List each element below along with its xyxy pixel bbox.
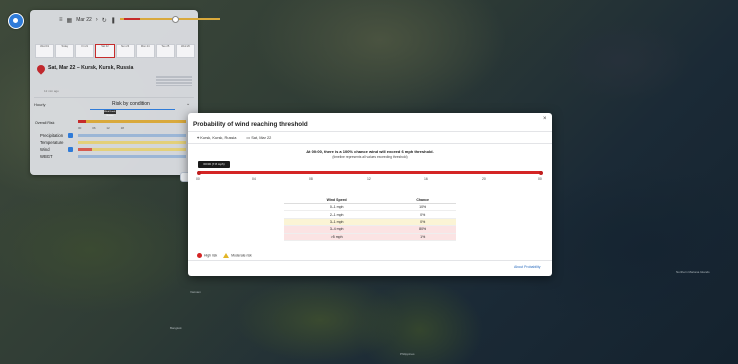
date-meta: ▭ Sat, Mar 22 xyxy=(246,135,272,140)
weather-side-panel: ≡ ▦ Mar 22 › ↻ ❚ Wed 19 Today Fri 21 Sat… xyxy=(30,10,222,182)
tick-label: 12 xyxy=(367,177,371,181)
overall-risk-high-segment xyxy=(78,120,86,123)
probability-summary-note: (timeline represents all values exceedin… xyxy=(332,155,408,159)
condition-summary-bars xyxy=(156,76,192,86)
speed-cell: >5 mph xyxy=(284,233,390,241)
speed-cell: 3–1 mph xyxy=(284,218,390,227)
tick-label: 08 xyxy=(309,177,313,181)
location-meta: ⌖ Kursk, Kursk, Russia xyxy=(197,135,237,140)
wind-bar-high xyxy=(78,148,92,151)
calendar-icon: ▭ xyxy=(246,135,251,140)
tick-label: 00 xyxy=(538,177,542,181)
probability-timeline-bar[interactable] xyxy=(198,171,542,174)
timeline-handle[interactable] xyxy=(172,16,179,23)
pin-icon: ⌖ xyxy=(197,135,200,140)
row-label-wbgt: WBGT xyxy=(40,154,53,159)
chevron-right-icon[interactable]: › xyxy=(96,17,98,23)
table-row: 0–1 mph 10% xyxy=(284,203,456,212)
chance-cell: 10% xyxy=(389,203,456,212)
row-label-precipitation: Precipitation xyxy=(40,133,64,138)
timeline-start-marker[interactable] xyxy=(197,170,201,175)
hourly-label[interactable]: Hourly xyxy=(34,102,46,107)
risk-select[interactable]: Risk by condition xyxy=(112,101,150,107)
speed-cell: 2–1 mph xyxy=(284,210,390,219)
warning-icon xyxy=(223,253,230,258)
timeline-ticks: 00 04 08 12 16 20 00 xyxy=(188,177,552,183)
table-row: 2–1 mph 0% xyxy=(284,210,456,219)
day-strip: Wed 19 Today Fri 21 Sat 22 Sun 23 Mon 24… xyxy=(35,44,195,58)
location-title: Sat, Mar 22 – Kursk, Kursk, Russia xyxy=(48,65,134,71)
day-card[interactable]: Tue 25 xyxy=(155,44,175,58)
day-card-selected[interactable]: Sat 22 xyxy=(95,44,115,58)
risk-legend: High risk Moderate risk xyxy=(197,253,252,258)
divider xyxy=(188,260,552,261)
high-risk-icon xyxy=(197,253,202,258)
divider xyxy=(188,143,552,144)
modal-title: Probability of wind reaching threshold xyxy=(193,121,308,128)
tick-label: 20 xyxy=(482,177,486,181)
map-label: Northern Mariana Islands xyxy=(676,270,710,274)
day-card[interactable]: Wed 19 xyxy=(35,44,55,58)
wind-checkbox[interactable] xyxy=(68,147,73,152)
modal-meta: ⌖ Kursk, Kursk, Russia ▭ Sat, Mar 22 xyxy=(197,135,271,140)
probability-modal: Probability of wind reaching threshold ×… xyxy=(188,113,552,276)
map-label: Philippines xyxy=(400,352,415,356)
wind-bar xyxy=(92,148,186,151)
tick-label: 00 xyxy=(196,177,200,181)
probability-summary: At 00:00, there is a 100% chance wind wi… xyxy=(306,149,434,154)
divider xyxy=(34,97,194,98)
divider xyxy=(188,131,552,132)
chance-cell: 0% xyxy=(389,210,456,219)
wbgt-bar xyxy=(78,155,186,158)
about-probability-link[interactable]: About Probability xyxy=(514,265,540,269)
hour-ticks: 00 06 12 18 xyxy=(78,126,124,130)
legend-high: High risk xyxy=(197,253,217,258)
day-card[interactable]: Sun 23 xyxy=(115,44,135,58)
chance-cell: 0% xyxy=(389,218,456,227)
speed-cell: 3–4 mph xyxy=(284,225,390,234)
tick-label: 04 xyxy=(252,177,256,181)
day-card[interactable]: Mon 24 xyxy=(135,44,155,58)
row-label-temperature: Temperature xyxy=(40,140,64,145)
location-pin-icon xyxy=(35,63,47,75)
day-card[interactable]: Wed 26 xyxy=(175,44,195,58)
timeline-slider[interactable] xyxy=(120,14,230,24)
legend-moderate: Moderate risk xyxy=(223,253,252,258)
calendar-icon[interactable]: ▦ xyxy=(67,17,73,24)
chevron-down-icon[interactable]: ⌄ xyxy=(186,101,190,107)
table-row: 3–4 mph 80% xyxy=(284,225,456,234)
row-label-wind: Wind xyxy=(40,147,50,152)
timeline-risk-segment xyxy=(124,18,140,20)
day-card[interactable]: Today xyxy=(55,44,75,58)
wind-probability-table: Wind Speed Chance 0–1 mph 10% 2–1 mph 0%… xyxy=(284,197,456,241)
tick-label: 16 xyxy=(424,177,428,181)
temperature-bar xyxy=(78,141,186,144)
overall-risk-bar xyxy=(78,120,186,123)
table-row: 3–1 mph 0% xyxy=(284,218,456,227)
close-icon[interactable]: × xyxy=(543,116,547,122)
risk-select-underline xyxy=(90,109,175,110)
map-label: Vietnam xyxy=(190,290,201,294)
day-card[interactable]: Fri 21 xyxy=(75,44,95,58)
updated-ago: 12 min ago xyxy=(44,89,59,93)
refresh-icon[interactable]: ↻ xyxy=(102,17,107,24)
map-label: Bangkok xyxy=(170,326,182,330)
table-row: >5 mph 1% xyxy=(284,233,456,241)
pause-icon[interactable]: ❚ xyxy=(111,17,116,24)
speed-cell: 0–1 mph xyxy=(284,203,390,212)
chance-cell: 80% xyxy=(389,225,456,234)
menu-icon[interactable]: ≡ xyxy=(59,17,63,23)
timeline-tooltip: 00:00 (7.8 mph) xyxy=(198,161,230,168)
precipitation-checkbox[interactable] xyxy=(68,133,73,138)
chance-cell: 1% xyxy=(389,233,456,241)
timeline-end-marker[interactable] xyxy=(539,170,543,175)
toolbar-date[interactable]: Mar 22 xyxy=(76,17,92,23)
app-logo-icon[interactable] xyxy=(8,13,24,29)
overall-risk-label[interactable]: Overall Risk xyxy=(35,121,54,125)
precipitation-bar xyxy=(78,134,186,137)
mini-tooltip: Wind Kursk, Russia xyxy=(104,110,116,117)
